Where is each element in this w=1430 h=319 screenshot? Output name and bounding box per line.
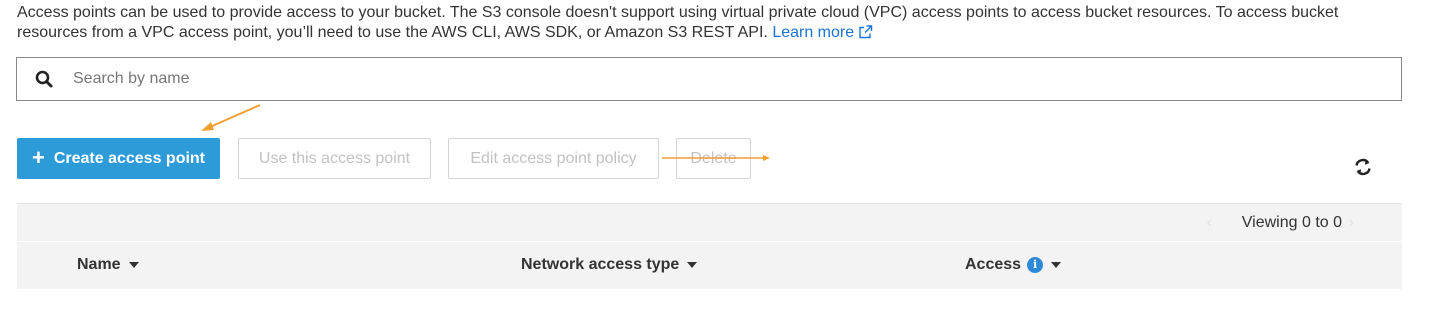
info-icon[interactable]: i — [1027, 257, 1044, 273]
search-box[interactable] — [16, 57, 1402, 101]
sort-caret-icon — [1051, 262, 1062, 268]
refresh-icon[interactable] — [1352, 156, 1374, 178]
learn-more-label: Learn more — [772, 24, 855, 41]
sort-caret-icon — [128, 262, 139, 268]
create-access-point-button[interactable]: + Create access point — [17, 138, 220, 179]
access-points-page: Access points can be used to provide acc… — [0, 0, 1430, 319]
create-access-point-label: Create access point — [53, 149, 206, 167]
annotation-arrow-icon — [201, 104, 261, 131]
column-header-network-access-type[interactable]: Network access type — [521, 256, 698, 274]
intro-text: Access points can be used to provide acc… — [17, 4, 1339, 41]
column-network-label: Network access type — [521, 256, 680, 273]
search-input[interactable] — [71, 58, 1401, 100]
column-header-access[interactable]: Access i — [965, 256, 1062, 274]
edit-access-point-policy-label: Edit access point policy — [470, 149, 637, 167]
learn-more-link[interactable]: Learn more — [772, 24, 873, 41]
external-link-icon — [858, 25, 873, 45]
next-page-icon[interactable]: › — [1349, 214, 1354, 232]
column-header-name[interactable]: Name — [77, 256, 139, 274]
edit-access-point-policy-button[interactable]: Edit access point policy — [448, 138, 659, 179]
table-header: Name Network access type Access i — [17, 241, 1402, 289]
column-name-label: Name — [77, 256, 121, 273]
use-access-point-button[interactable]: Use this access point — [238, 138, 431, 179]
plus-icon: + — [31, 144, 45, 170]
search-icon — [17, 70, 71, 88]
delete-label: Delete — [690, 149, 737, 167]
access-points-table: ‹ Viewing 0 to 0 › Name Network access t… — [17, 203, 1402, 289]
viewing-count: Viewing 0 to 0 — [1241, 214, 1342, 231]
sort-caret-icon — [687, 262, 698, 268]
intro-paragraph: Access points can be used to provide acc… — [17, 3, 1397, 45]
use-access-point-label: Use this access point — [258, 149, 411, 167]
previous-page-icon[interactable]: ‹ — [1207, 214, 1212, 232]
delete-button[interactable]: Delete — [676, 138, 751, 179]
column-access-label: Access — [965, 256, 1022, 273]
